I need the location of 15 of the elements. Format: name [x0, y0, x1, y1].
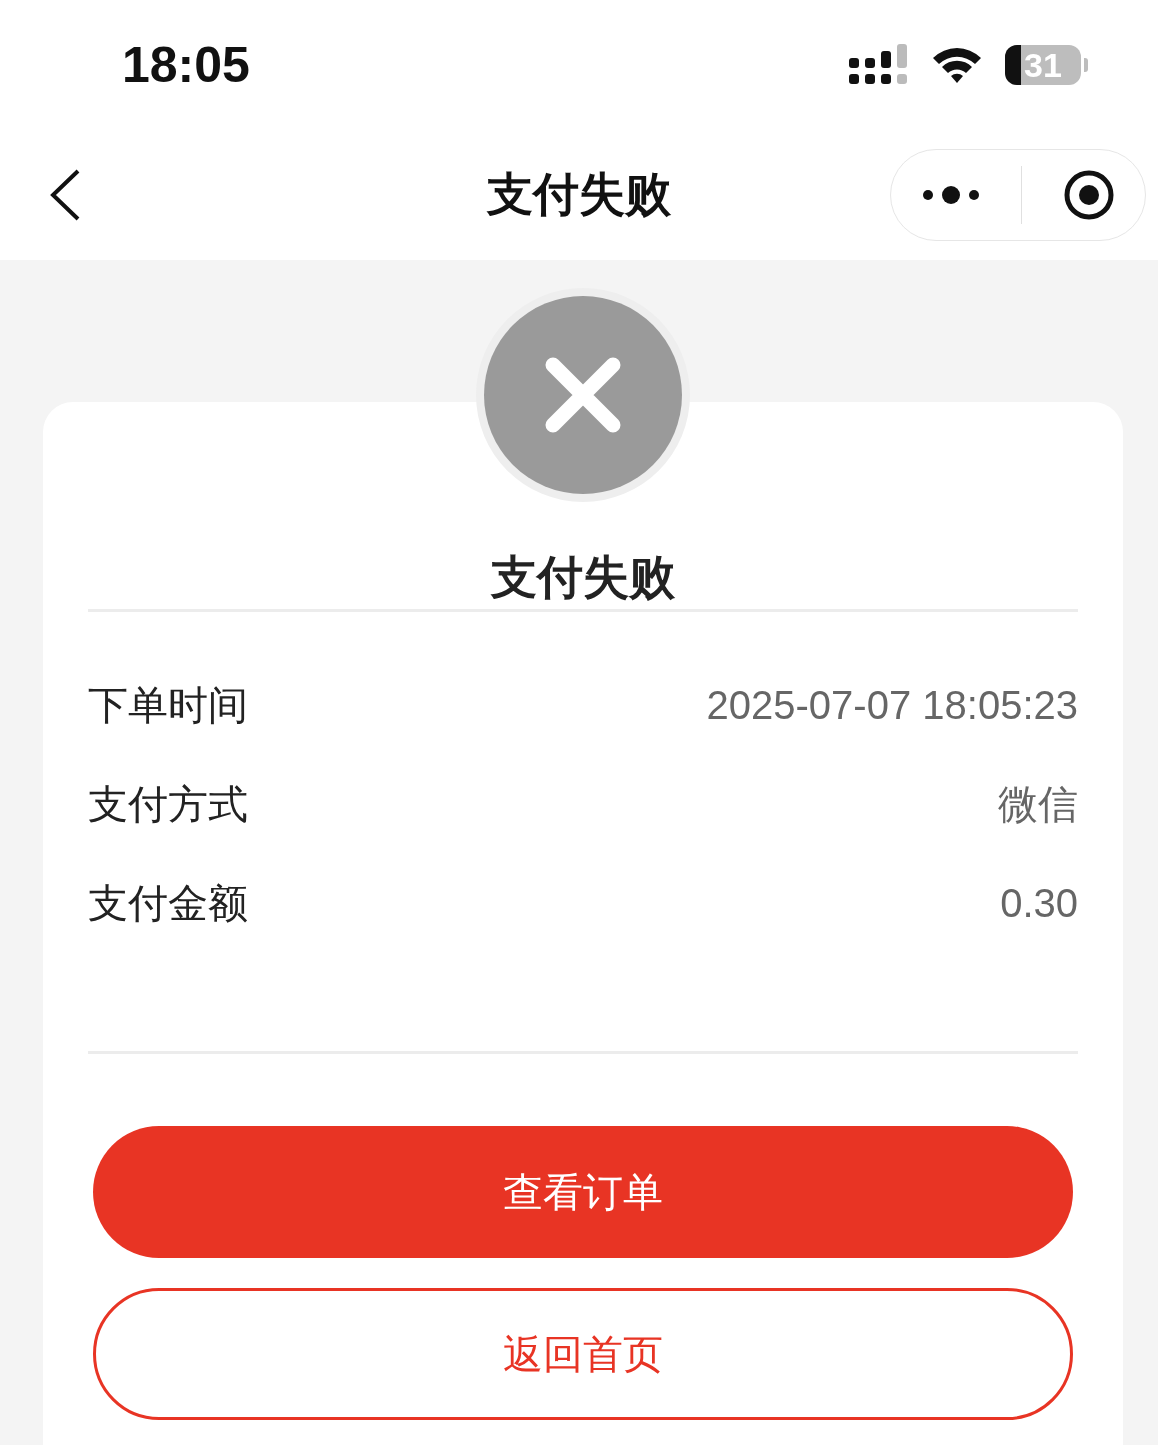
- detail-label: 下单时间: [88, 682, 248, 729]
- more-icon[interactable]: [921, 185, 980, 205]
- detail-value: 0.30: [1000, 881, 1078, 926]
- back-icon[interactable]: [48, 168, 82, 222]
- detail-label: 支付金额: [88, 880, 248, 927]
- page-title: 支付失败: [485, 167, 672, 222]
- detail-value: 2025-07-07 18:05:23: [706, 683, 1078, 728]
- result-title: 支付失败: [489, 550, 676, 605]
- home-button[interactable]: 返回首页: [93, 1288, 1073, 1420]
- detail-value: 微信: [998, 781, 1078, 828]
- detail-label: 支付方式: [88, 781, 248, 828]
- wifi-icon: [931, 46, 983, 84]
- view-order-button[interactable]: 查看订单: [93, 1126, 1073, 1258]
- signal-icon: [849, 44, 909, 86]
- status-time: 18:05: [122, 36, 250, 94]
